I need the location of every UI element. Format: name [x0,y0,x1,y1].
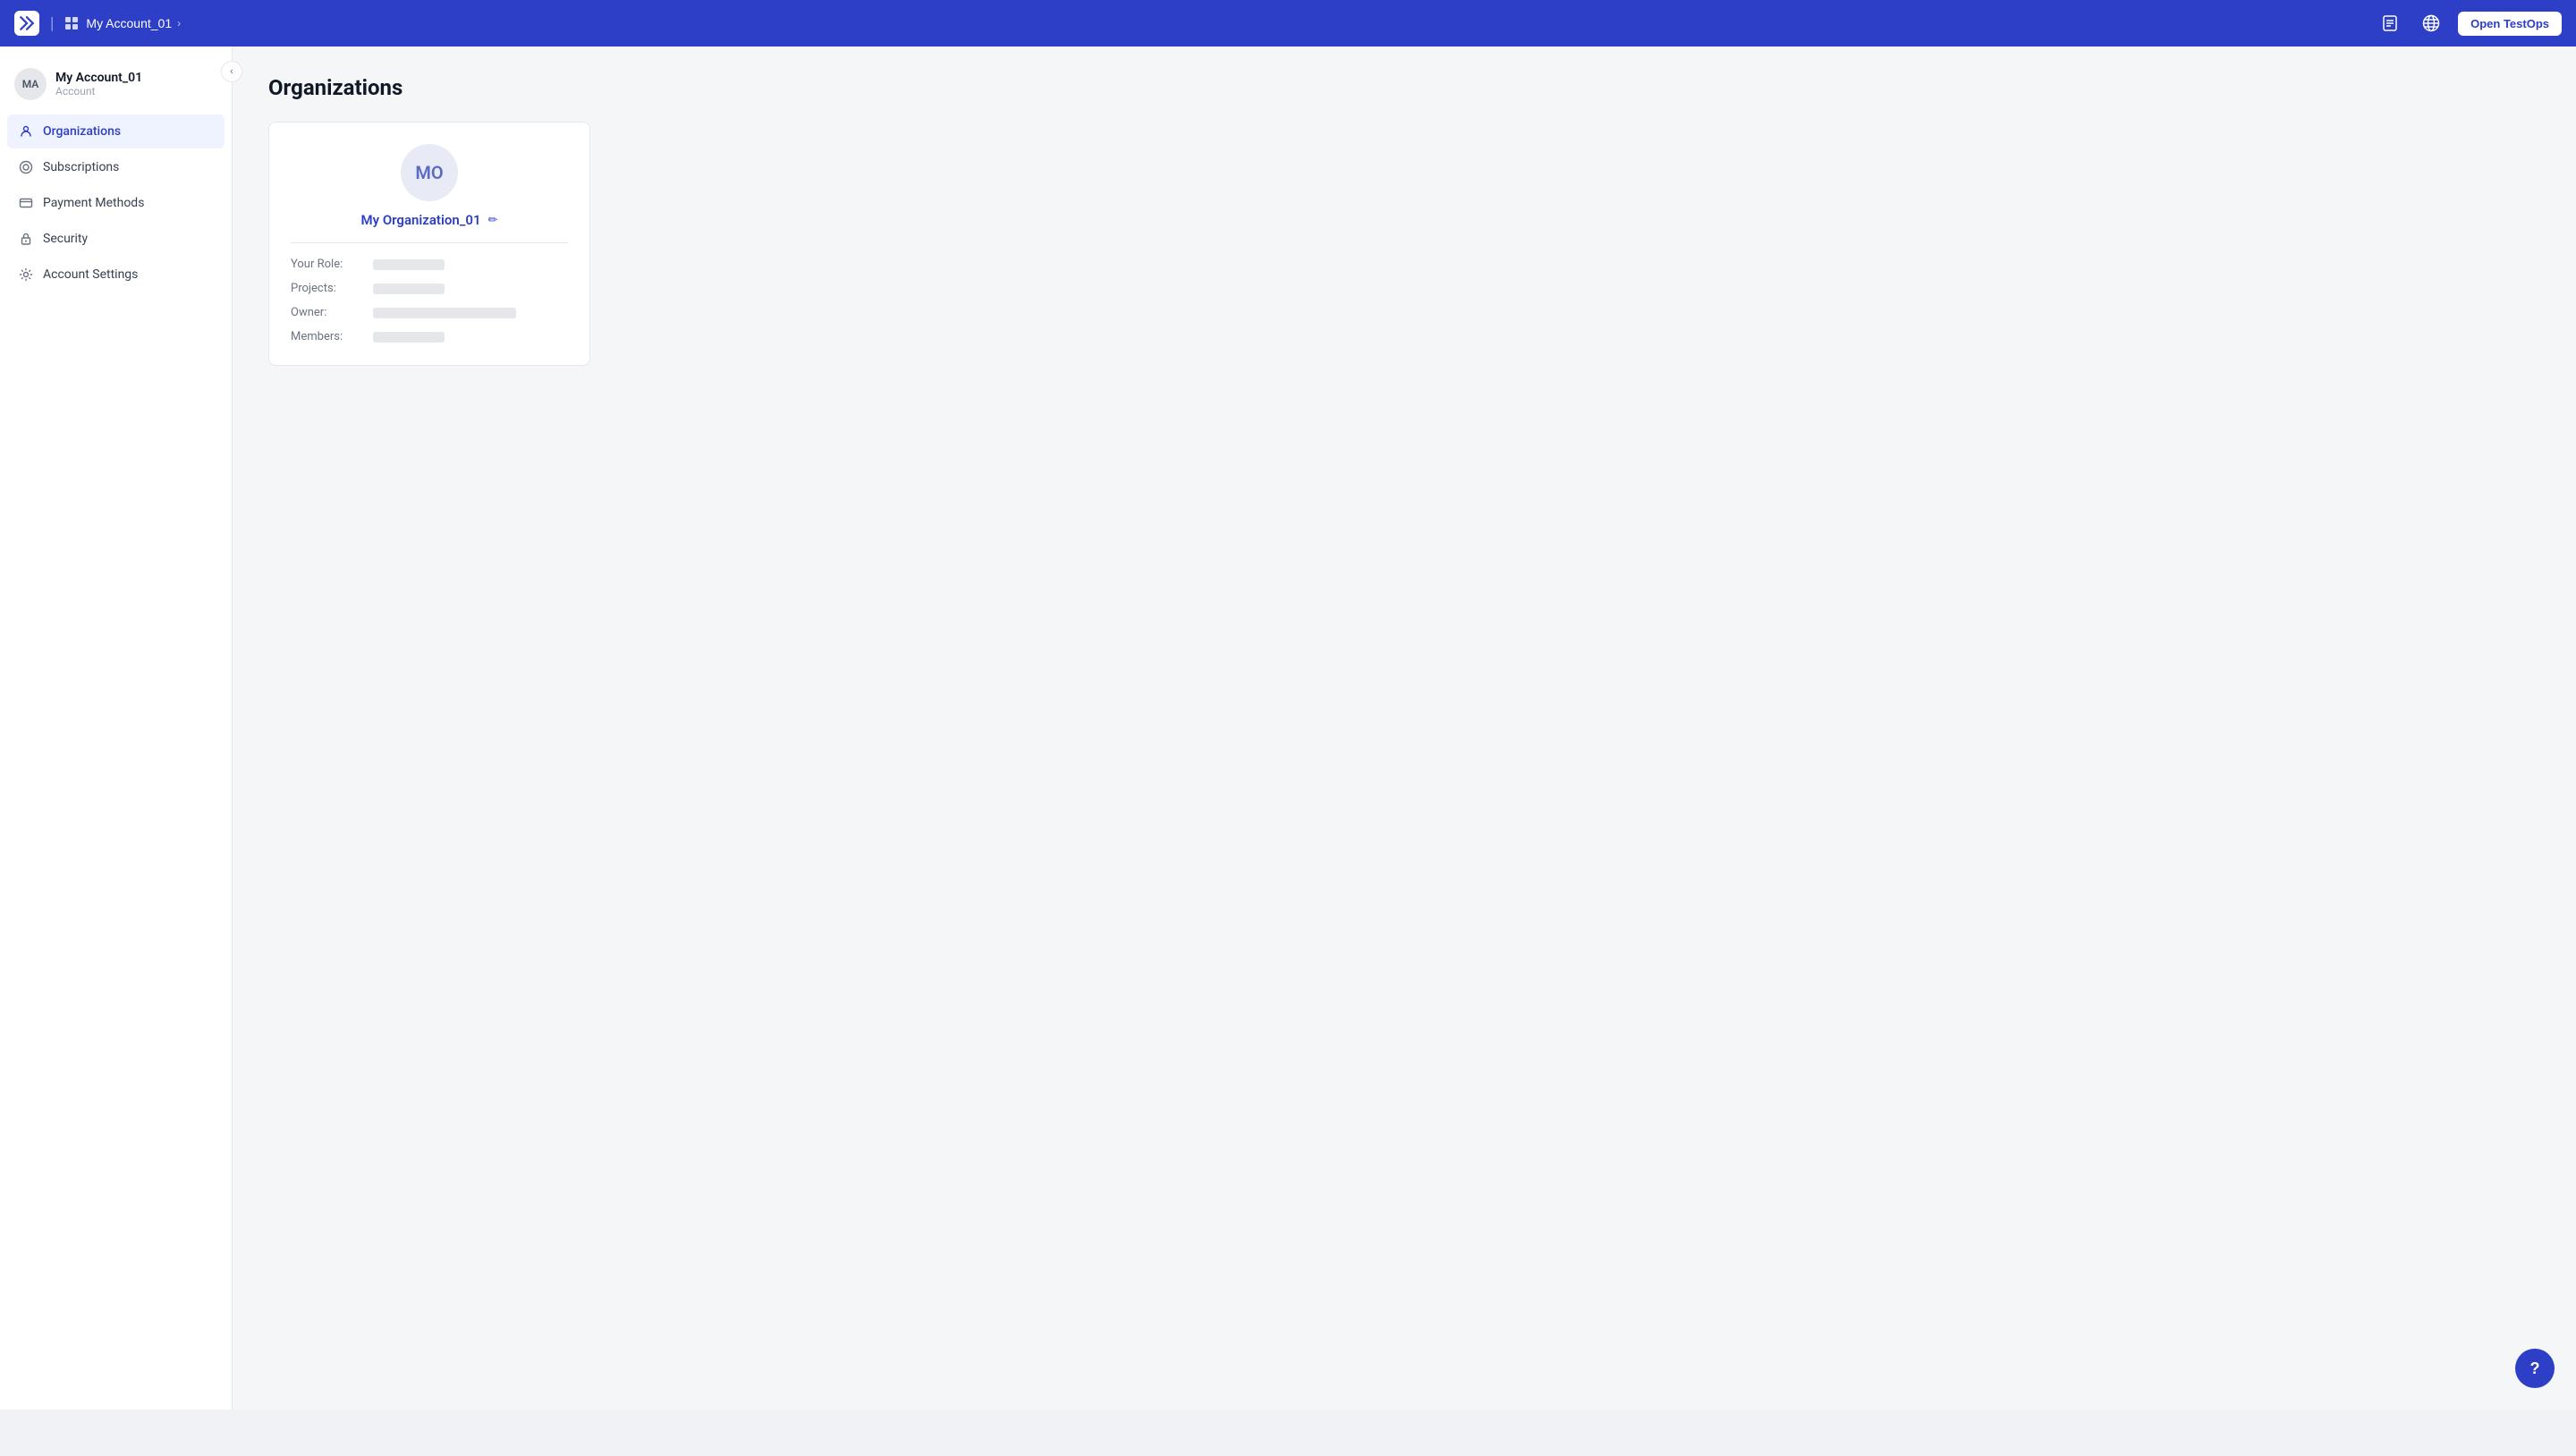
globe-button[interactable] [2417,9,2445,38]
sidebar-item-subscriptions[interactable]: Subscriptions [7,150,225,184]
main-content: Organizations MO My Organization_01 ✏ Yo… [233,47,2576,1409]
navbar-account-icon-wrapper: My Account_01 › [64,16,181,30]
collapse-icon: ‹ [230,66,233,77]
org-divider [291,242,568,243]
org-detail-members: Members: [291,330,568,343]
sidebar-user-name: My Account_01 [55,71,142,85]
navbar-chevron-icon: › [177,17,181,30]
org-card: MO My Organization_01 ✏ Your Role: Proje… [268,122,590,366]
sidebar-user-section: MA My Account_01 Account [0,61,232,114]
org-detail-projects: Projects: [291,282,568,295]
org-avatar: MO [401,144,458,201]
payment-icon [18,195,34,211]
org-details: Your Role: Projects: Owner: Members: [291,258,568,343]
subscriptions-icon [18,159,34,175]
members-label: Members: [291,330,362,343]
sidebar-nav: Organizations Subscriptions [0,114,232,292]
navbar-right: Open TestOps [2376,9,2562,38]
your-role-label: Your Role: [291,258,362,271]
sidebar: ‹ MA My Account_01 Account Organizations [0,47,233,1409]
sidebar-user-role: Account [55,85,142,97]
sidebar-label-security: Security [43,232,88,246]
org-edit-button[interactable]: ✏ [488,213,498,227]
sidebar-label-organizations: Organizations [43,124,121,139]
top-navbar: | My Account_01 › [0,0,2576,47]
navbar-account-name: My Account_01 [86,16,172,30]
sidebar-item-security[interactable]: Security [7,222,225,256]
edit-icon: ✏ [488,213,498,227]
sidebar-user-info: My Account_01 Account [55,71,142,97]
org-detail-owner: Owner: [291,306,568,319]
your-role-value [373,259,445,270]
settings-icon [18,267,34,283]
navbar-account-button[interactable]: My Account_01 › [86,16,181,30]
sidebar-item-payment-methods[interactable]: Payment Methods [7,186,225,220]
help-button[interactable]: ? [2515,1349,2555,1388]
projects-value [373,284,445,294]
org-name-row: My Organization_01 ✏ [361,212,498,228]
owner-label: Owner: [291,306,362,319]
org-icon [18,123,34,140]
app-layout: ‹ MA My Account_01 Account Organizations [0,47,2576,1409]
sidebar-label-account-settings: Account Settings [43,267,138,282]
sidebar-item-organizations[interactable]: Organizations [7,114,225,148]
katalon-logo [14,11,39,36]
owner-value [373,308,516,318]
members-value [373,332,445,343]
docs-button[interactable] [2376,9,2404,38]
navbar-left: | My Account_01 › [14,11,181,36]
projects-label: Projects: [291,282,362,295]
navbar-divider: | [50,14,54,33]
sidebar-collapse-button[interactable]: ‹ [221,61,242,82]
open-testops-button[interactable]: Open TestOps [2458,12,2562,36]
org-name: My Organization_01 [361,212,481,228]
sidebar-item-account-settings[interactable]: Account Settings [7,258,225,292]
page-title: Organizations [268,75,2540,100]
sidebar-user-avatar: MA [14,68,47,100]
security-icon [18,231,34,247]
sidebar-label-payment-methods: Payment Methods [43,196,144,210]
org-detail-your-role: Your Role: [291,258,568,271]
help-icon: ? [2530,1359,2540,1378]
sidebar-label-subscriptions: Subscriptions [43,160,119,174]
